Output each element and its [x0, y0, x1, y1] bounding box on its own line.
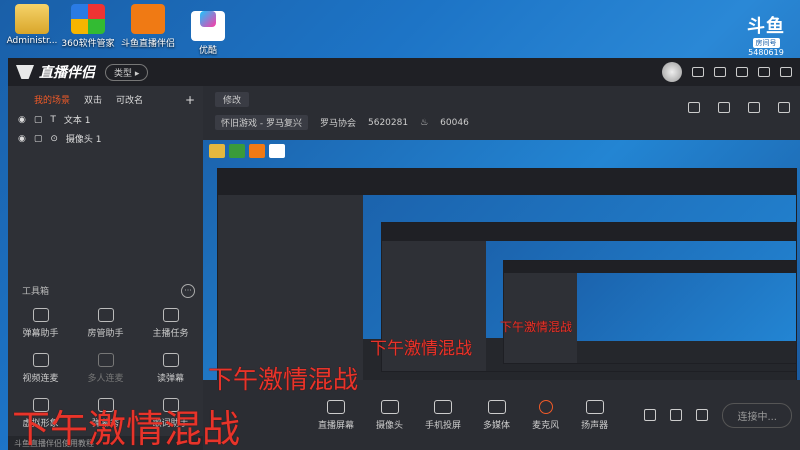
tool-streamer-task[interactable]: 主播任务 [138, 308, 203, 339]
eye-icon[interactable]: ◉ [18, 115, 26, 125]
tool-admin-assistant[interactable]: 房管助手 [73, 308, 138, 339]
room-id: 5620281 [368, 117, 409, 128]
nested-window [503, 260, 797, 364]
source-item[interactable]: ◉ ▢ ⊙ 摄像头 1 [8, 126, 203, 146]
phone-cast-button[interactable]: 手机投屏 [425, 399, 461, 431]
menu-icon[interactable] [758, 67, 770, 77]
phone-cast-icon [434, 399, 453, 414]
room-tag: 房间号 [752, 38, 780, 48]
eye-icon[interactable] [670, 409, 683, 421]
room-info: 修改 怀旧游戏 - 罗马复兴 罗马协会 5620281 ♨ 60046 [203, 86, 800, 140]
layout-icon[interactable] [748, 102, 760, 113]
desktop-icon-douyu[interactable]: 斗鱼直播伴侣 [118, 4, 178, 49]
text-icon: T [50, 114, 56, 125]
admin-icon [97, 308, 114, 322]
add-scene-button[interactable]: + [185, 93, 195, 107]
room-badge: 斗鱼 房间号 5480619 [738, 12, 794, 57]
tab-double-click[interactable]: 双击 [84, 93, 102, 107]
preview-desktop-icons [209, 144, 285, 158]
stream-preview[interactable] [203, 140, 800, 388]
tool-read-danmu[interactable]: 读弹幕 [138, 353, 203, 384]
app-window: 直播伴侣 类型 ▸ 我的场景 双击 可改名 + ◉ ▢ T 文本 1 ◉ ▢ ⊙ [8, 58, 800, 450]
youku-icon [269, 144, 285, 158]
speaker-button[interactable]: 扬声器 [581, 399, 608, 431]
lock-icon[interactable]: ▢ [34, 134, 43, 144]
go-live-button[interactable]: 连接中... [722, 402, 792, 428]
toolbox-header: 工具箱 ··· [22, 284, 195, 298]
task-icon [162, 308, 179, 322]
screen-icon [327, 399, 345, 414]
room-name: 罗马协会 [319, 119, 356, 129]
room-number: 5480619 [748, 48, 784, 57]
overlay-text-medium: 下午激情混战 [370, 339, 472, 359]
more-icon[interactable]: ··· [181, 284, 195, 298]
desktop-icon-360[interactable]: 360软件管家 [58, 4, 118, 49]
lock-icon[interactable] [718, 102, 730, 113]
media-icon [487, 399, 506, 414]
bell-icon[interactable] [778, 102, 790, 113]
microphone-button[interactable]: 麦克风 [532, 399, 559, 431]
edit-button[interactable]: 修改 [215, 92, 250, 107]
title-bar: 直播伴侣 类型 ▸ [8, 58, 800, 86]
youku-icon [191, 11, 225, 41]
avatar[interactable] [662, 62, 682, 82]
type-button[interactable]: 类型 ▸ [105, 63, 149, 81]
multi-link-icon [97, 353, 114, 367]
scene-tabs: 我的场景 双击 可改名 + [8, 86, 203, 107]
camera-icon: ⊙ [50, 133, 58, 144]
add-media-button[interactable]: 多媒体 [483, 399, 510, 431]
video-link-icon [32, 353, 49, 367]
brand-logo-icon [16, 65, 34, 79]
mail-icon[interactable] [692, 67, 704, 77]
overlay-text-small: 下午激情混战 [500, 320, 573, 334]
sidebar: 我的场景 双击 可改名 + ◉ ▢ T 文本 1 ◉ ▢ ⊙ 摄像头 1 工具箱… [8, 86, 203, 450]
speaker-icon [585, 399, 604, 414]
minimize-icon[interactable] [780, 67, 792, 77]
heat-icon: ♨ [420, 117, 429, 128]
heat-value: 60046 [440, 117, 469, 128]
danmu-icon [32, 308, 49, 322]
add-webcam-button[interactable]: 摄像头 [376, 399, 403, 431]
douyu-logo: 斗鱼 [747, 16, 785, 37]
shirt-icon[interactable] [736, 67, 748, 77]
360-icon [229, 144, 245, 158]
source-item[interactable]: ◉ ▢ T 文本 1 [8, 107, 203, 127]
gift-icon[interactable] [688, 102, 700, 113]
360-icon [71, 4, 105, 34]
overlay-text-main: 下午激情混战 [12, 407, 241, 450]
lock-icon[interactable]: ▢ [34, 115, 43, 125]
monitor-icon[interactable] [714, 67, 726, 77]
tool-video-link[interactable]: 视频连麦 [8, 353, 73, 384]
webcam-icon [380, 399, 399, 414]
desktop-icon-youku[interactable]: 优酷 [178, 4, 238, 56]
douyu-icon [249, 144, 265, 158]
eye-icon[interactable]: ◉ [18, 134, 26, 144]
read-danmu-icon [162, 353, 179, 367]
settings-icon[interactable] [696, 409, 709, 421]
category-select[interactable]: 怀旧游戏 - 罗马复兴 [215, 115, 308, 130]
app-brand: 直播伴侣 [16, 62, 95, 82]
folder-icon [209, 144, 225, 158]
tab-rename[interactable]: 可改名 [116, 93, 143, 107]
tool-multi-link: 多人连麦 [73, 353, 138, 384]
tab-my-scene[interactable]: 我的场景 [34, 93, 70, 107]
overlay-text-large: 下午激情混战 [208, 365, 359, 394]
mic-icon [538, 399, 553, 414]
folder-icon [15, 4, 49, 34]
douyu-icon [131, 4, 165, 34]
tool-danmu-assistant[interactable]: 弹幕助手 [8, 308, 73, 339]
record-icon[interactable] [644, 409, 657, 421]
add-screen-button[interactable]: 直播屏幕 [318, 399, 354, 431]
desktop-icon-admin[interactable]: Administr... [2, 4, 62, 46]
